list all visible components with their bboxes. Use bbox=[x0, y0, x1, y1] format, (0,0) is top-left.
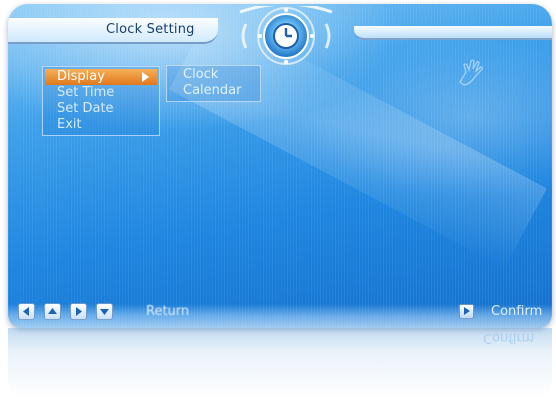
menu-item-display[interactable]: Display bbox=[45, 69, 157, 85]
return-label: Return bbox=[146, 304, 190, 319]
menu-item-exit[interactable]: Exit bbox=[45, 117, 157, 133]
page-title: Clock Setting bbox=[106, 22, 195, 37]
arrow-right-icon bbox=[142, 72, 149, 82]
menu-item-label: Display bbox=[57, 69, 105, 84]
arrow-down-icon[interactable] bbox=[96, 303, 113, 320]
menu-item-set-date[interactable]: Set Date bbox=[45, 101, 157, 117]
submenu-item-clock[interactable]: Clock bbox=[169, 67, 258, 83]
arrow-left-icon[interactable] bbox=[18, 303, 35, 320]
confirm-label: Confirm bbox=[491, 304, 543, 319]
submenu-item-label: Calendar bbox=[183, 83, 242, 98]
confirm-reflection: Confirm bbox=[483, 330, 535, 345]
menu-item-label: Set Time bbox=[57, 85, 115, 100]
display-submenu: Clock Calendar bbox=[166, 65, 261, 102]
hand-icon bbox=[459, 59, 483, 86]
title-bar-right bbox=[354, 26, 552, 40]
arrow-right-icon[interactable] bbox=[70, 303, 87, 320]
play-icon[interactable] bbox=[459, 304, 474, 319]
menu-item-label: Set Date bbox=[57, 101, 114, 116]
submenu-item-label: Clock bbox=[183, 67, 219, 82]
arrow-up-icon[interactable] bbox=[44, 303, 61, 320]
screen-reflection: Confirm bbox=[8, 328, 552, 398]
menu-item-label: Exit bbox=[57, 117, 82, 132]
clock-icon bbox=[239, 6, 333, 65]
main-menu: Display Set Time Set Date Exit bbox=[42, 66, 160, 136]
tv-screen: Clock Setting Display Set Time Set Date … bbox=[8, 4, 552, 328]
submenu-item-calendar[interactable]: Calendar bbox=[169, 83, 258, 99]
menu-item-set-time[interactable]: Set Time bbox=[45, 85, 157, 101]
